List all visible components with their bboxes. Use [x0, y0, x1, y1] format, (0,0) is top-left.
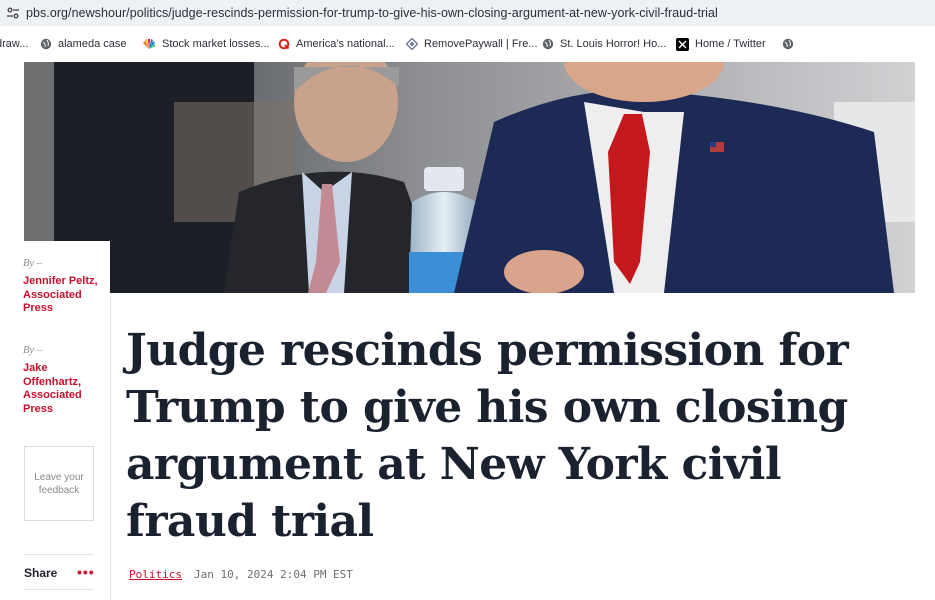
share-button[interactable]: Share [24, 566, 57, 580]
quartz-q-icon [278, 38, 290, 50]
publish-date: Jan 10, 2024 2:04 PM EST [193, 568, 353, 581]
category-link[interactable]: Politics [129, 568, 182, 581]
share-divider [24, 589, 94, 590]
x-logo-icon [676, 37, 689, 51]
bookmark-item[interactable]: America's national... [278, 31, 406, 57]
bookmark-label: draw... [0, 38, 29, 50]
feedback-divider [24, 520, 94, 521]
author-name[interactable]: Jake Offenhartz, Associated Press [23, 362, 103, 416]
rail-divider [110, 293, 111, 600]
globe-icon [782, 38, 794, 50]
bookmark-item[interactable]: alameda case [40, 31, 142, 57]
bookmark-label: America's national... [296, 38, 395, 50]
byline-label: By – [23, 258, 42, 269]
feedback-button[interactable]: Leave your feedback [24, 446, 94, 521]
bookmark-item[interactable]: RemovePaywall | Fre... [406, 31, 542, 57]
globe-icon [542, 38, 554, 50]
bookmark-item[interactable]: Home / Twitter [676, 31, 782, 57]
diamond-icon [406, 38, 418, 50]
bookmark-item[interactable]: Stock market losses... [142, 31, 278, 57]
article-headline: Judge rescinds permission for Trump to g… [126, 325, 849, 547]
nbc-peacock-icon [143, 39, 155, 49]
bookmark-label: St. Louis Horror! Ho... [560, 38, 667, 50]
site-info-icon[interactable] [0, 0, 26, 26]
bookmark-item[interactable] [782, 31, 802, 57]
bookmark-label: Home / Twitter [695, 38, 766, 50]
more-options-icon[interactable]: ••• [77, 564, 95, 580]
bookmark-label: RemovePaywall | Fre... [424, 38, 538, 50]
bookmark-label: alameda case [58, 38, 127, 50]
share-divider [24, 554, 94, 555]
bookmarks-bar: draw... alameda case Stock market losses… [0, 26, 935, 62]
bookmark-item[interactable]: draw... [0, 31, 40, 57]
address-bar[interactable]: pbs.org/newshour/politics/judge-rescinds… [0, 0, 935, 26]
author-name[interactable]: Jennifer Peltz, Associated Press [23, 275, 103, 316]
article-meta: Politics Jan 10, 2024 2:04 PM EST [129, 568, 353, 581]
bookmark-label: Stock market losses... [162, 38, 270, 50]
byline-label: By – [23, 345, 42, 356]
bookmark-item[interactable]: St. Louis Horror! Ho... [542, 31, 676, 57]
globe-icon [40, 38, 52, 50]
url-text[interactable]: pbs.org/newshour/politics/judge-rescinds… [26, 6, 718, 20]
hero-photo [24, 62, 915, 293]
